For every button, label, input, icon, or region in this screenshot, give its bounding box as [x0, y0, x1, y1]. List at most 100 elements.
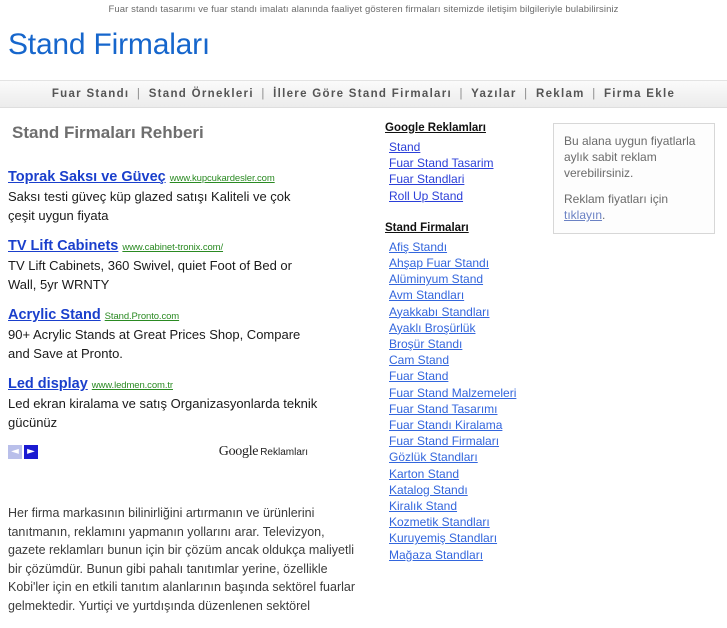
- list-item: Roll Up Stand: [389, 188, 545, 204]
- sidebar-ad-link-fuar-standlari[interactable]: Fuar Standlari: [389, 172, 464, 186]
- nav-item-illere-gore-stand-firmalari[interactable]: İllere Göre Stand Firmaları: [273, 88, 452, 100]
- ads-footer: ◄ ► Google Reklamları: [8, 444, 308, 460]
- sidebar-firm-link-katalog-standi[interactable]: Katalog Standı: [389, 483, 468, 497]
- promo-suffix: .: [602, 208, 606, 222]
- sidebar-firm-link-brosur-standi[interactable]: Broşür Standı: [389, 337, 462, 351]
- sidebar-firm-link-avm-standlari[interactable]: Avm Standları: [389, 288, 464, 302]
- ad-title-link[interactable]: Toprak Saksı ve Güveç: [8, 169, 166, 185]
- site-tagline: Fuar standı tasarımı ve fuar standı imal…: [108, 4, 619, 15]
- ads-pagination: ◄ ►: [8, 445, 38, 459]
- sidebar-firm-link-fuar-stand-tasarimi[interactable]: Fuar Stand Tasarımı: [389, 402, 498, 416]
- sidebar-ad-link-stand[interactable]: Stand: [389, 140, 420, 154]
- sidebar-ad-link-roll-up-stand[interactable]: Roll Up Stand: [389, 189, 463, 203]
- ad-url-link[interactable]: www.kupcukardesler.com: [170, 173, 275, 184]
- intro-paragraph: Her firma markasının bilinirliğini artır…: [8, 506, 356, 613]
- advertise-here-box[interactable]: Bu alana uygun fiyatlarla aylık sabit re…: [553, 123, 715, 234]
- list-item: Ahşap Fuar Standı: [389, 255, 545, 271]
- sidebar-firm-link-ahsap-fuar-standi[interactable]: Ahşap Fuar Standı: [389, 256, 489, 270]
- sidebar-firm-link-afis-standi[interactable]: Afiş Standı: [389, 240, 447, 254]
- section-divider: [385, 206, 545, 220]
- list-item: Fuar Stand Malzemeleri: [389, 385, 545, 401]
- list-item: Afiş Standı: [389, 239, 545, 255]
- promo-text-secondary: Reklam fiyatları için tıklayın.: [564, 191, 704, 223]
- nav-item-fuar-standi[interactable]: Fuar Standı: [52, 88, 130, 100]
- sidebar-firm-link-fuar-stand[interactable]: Fuar Stand: [389, 369, 448, 383]
- sidebar-firm-link-kuruyemis-standlari[interactable]: Kuruyemiş Standları: [389, 531, 497, 545]
- list-item: Fuar Stand Firmaları: [389, 433, 545, 449]
- main-navigation: Fuar Standı | Stand Örnekleri | İllere G…: [0, 80, 727, 108]
- ad-description: Saksı testi güveç küp glazed satışı Kali…: [8, 189, 291, 223]
- list-item: Alüminyum Stand: [389, 271, 545, 287]
- ad-title-link[interactable]: Acrylic Stand: [8, 307, 101, 323]
- sidebar-firm-link-cam-stand[interactable]: Cam Stand: [389, 353, 449, 367]
- list-item: Fuar Stand: [389, 368, 545, 384]
- list-item: Karton Stand: [389, 466, 545, 482]
- sidebar-google-ads-list: Stand Fuar Stand Tasarim Fuar Standlari …: [385, 139, 545, 204]
- nav-separator: |: [459, 88, 464, 100]
- list-item: Gözlük Standları: [389, 449, 545, 465]
- sidebar-firm-link-magaza-standlari[interactable]: Mağaza Standları: [389, 548, 483, 562]
- nav-item-yazilar[interactable]: Yazılar: [471, 88, 517, 100]
- nav-item-reklam[interactable]: Reklam: [536, 88, 585, 100]
- ad-item: Toprak Saksı ve Güveç www.kupcukardesler.…: [8, 168, 318, 225]
- sidebar-firm-link-ayakkabi-standlari[interactable]: Ayakkabı Standları: [389, 305, 490, 319]
- ad-url-link[interactable]: www.ledmen.com.tr: [92, 380, 173, 391]
- ad-description: TV Lift Cabinets, 360 Swivel, quiet Foot…: [8, 258, 292, 292]
- list-item: Stand: [389, 139, 545, 155]
- ad-title-link[interactable]: TV Lift Cabinets: [8, 238, 118, 254]
- list-item: Fuar Stand Tasarımı: [389, 401, 545, 417]
- sidebar-firm-link-fuar-standi-kiralama[interactable]: Fuar Standı Kiralama: [389, 418, 502, 432]
- list-item: Kuruyemiş Standları: [389, 530, 545, 546]
- ad-item: Acrylic Stand Stand.Pronto.com 90+ Acryli…: [8, 306, 318, 363]
- nav-separator: |: [592, 88, 597, 100]
- sidebar-firm-link-kozmetik-standlari[interactable]: Kozmetik Standları: [389, 515, 490, 529]
- promo-cta-link[interactable]: tıklayın: [564, 208, 602, 222]
- page-title: Stand Firmaları Rehberi: [12, 123, 204, 142]
- previous-arrow-icon[interactable]: ◄: [8, 445, 22, 459]
- list-item: Ayaklı Broşürlük: [389, 320, 545, 336]
- sidebar-firm-link-gozluk-standlari[interactable]: Gözlük Standları: [389, 450, 478, 464]
- sidebar-ad-link-fuar-stand-tasarim[interactable]: Fuar Stand Tasarim: [389, 156, 494, 170]
- nav-separator: |: [524, 88, 529, 100]
- list-item: Kozmetik Standları: [389, 514, 545, 530]
- list-item: Ayakkabı Standları: [389, 304, 545, 320]
- site-title: Stand Firmaları: [8, 28, 211, 61]
- sidebar-firm-link-karton-stand[interactable]: Karton Stand: [389, 467, 459, 481]
- nav-item-stand-ornekleri[interactable]: Stand Örnekleri: [149, 88, 254, 100]
- nav-separator: |: [261, 88, 266, 100]
- list-item: Fuar Standı Kiralama: [389, 417, 545, 433]
- sidebar-firm-link-fuar-stand-malzemeleri[interactable]: Fuar Stand Malzemeleri: [389, 386, 516, 400]
- promo-text-primary: Bu alana uygun fiyatlarla aylık sabit re…: [564, 134, 696, 180]
- main-content-column: Stand Firmaları Rehberi Toprak Saksı ve …: [0, 120, 380, 628]
- list-item: Mağaza Standları: [389, 547, 545, 563]
- sidebar-firm-link-aluminyum-stand[interactable]: Alüminyum Stand: [389, 272, 483, 286]
- sidebar-google-ads-title: Google Reklamları: [385, 122, 486, 134]
- google-ads-label: Reklamları: [260, 447, 308, 458]
- next-arrow-icon[interactable]: ►: [24, 445, 38, 459]
- list-item: Fuar Stand Tasarim: [389, 155, 545, 171]
- sidebar-firm-link-ayakli-brosurluk[interactable]: Ayaklı Broşürlük: [389, 321, 475, 335]
- ad-description: Led ekran kiralama ve satış Organizasyon…: [8, 396, 318, 430]
- nav-links-container: Fuar Standı | Stand Örnekleri | İllere G…: [52, 88, 675, 100]
- google-wordmark: Google: [218, 444, 259, 459]
- list-item: Avm Standları: [389, 287, 545, 303]
- ad-description: 90+ Acrylic Stands at Great Prices Shop,…: [8, 327, 301, 361]
- promo-column: Bu alana uygun fiyatlarla aylık sabit re…: [545, 120, 727, 234]
- nav-separator: |: [136, 88, 142, 100]
- sidebar-firms-list: Afiş Standı Ahşap Fuar Standı Alüminyum …: [385, 239, 545, 563]
- sidebar-firm-link-fuar-stand-firmalari[interactable]: Fuar Stand Firmaları: [389, 434, 499, 448]
- page-layout: Stand Firmaları Rehberi Toprak Saksı ve …: [0, 108, 727, 628]
- list-item: Broşür Standı: [389, 336, 545, 352]
- list-item: Katalog Standı: [389, 482, 545, 498]
- sidebar-google-ads-box: Google Reklamları Stand Fuar Stand Tasar…: [385, 120, 545, 204]
- list-item: Fuar Standlari: [389, 171, 545, 187]
- ad-url-link[interactable]: www.cabinet-tronix.com/: [122, 242, 223, 253]
- ad-item: TV Lift Cabinets www.cabinet-tronix.com/ …: [8, 237, 318, 294]
- google-ads-branding[interactable]: Google Reklamları: [219, 444, 308, 460]
- sidebar-firm-link-kiralik-stand[interactable]: Kiralık Stand: [389, 499, 457, 513]
- ad-title-link[interactable]: Led display: [8, 376, 88, 392]
- google-ads-block: Toprak Saksı ve Güveç www.kupcukardesler.…: [8, 168, 318, 460]
- ad-url-link[interactable]: Stand.Pronto.com: [105, 311, 180, 322]
- sidebar-links-column: Google Reklamları Stand Fuar Stand Tasar…: [380, 120, 545, 565]
- nav-item-firma-ekle[interactable]: Firma Ekle: [604, 88, 675, 100]
